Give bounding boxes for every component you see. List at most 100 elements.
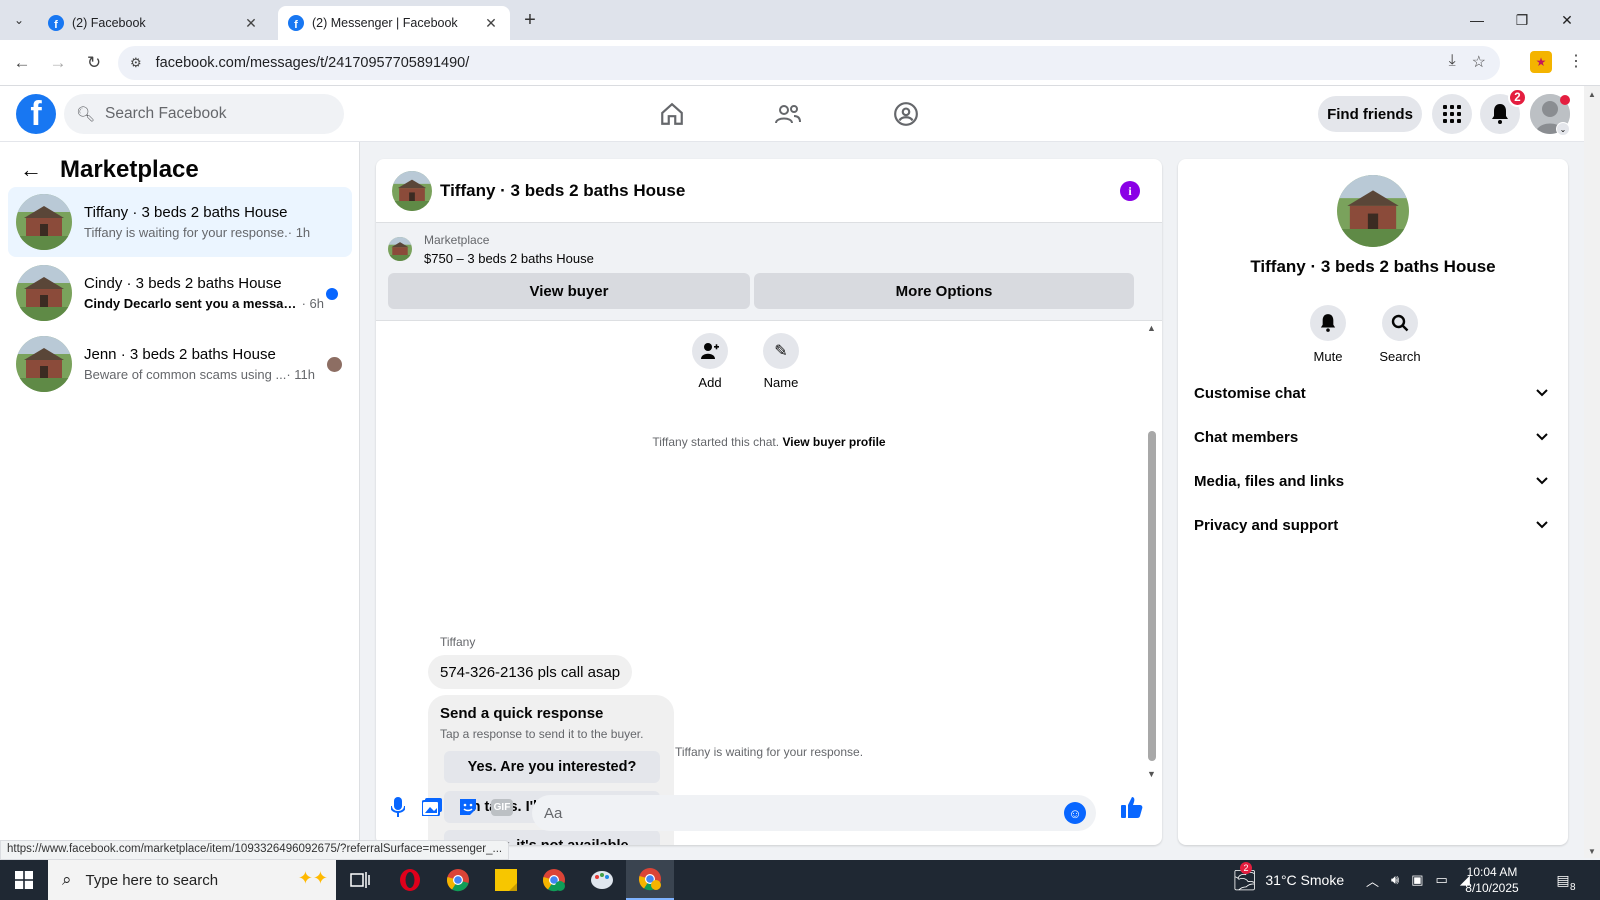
chrome-icon[interactable]: [434, 860, 482, 900]
waiting-text: Tiffany is waiting for your response.: [674, 745, 864, 759]
search-icon: 🔍︎: [76, 106, 96, 123]
menu-grid-icon[interactable]: [1432, 94, 1472, 134]
thread-scrollbar[interactable]: ▲ ▼: [1146, 321, 1158, 781]
house-thumbnail: [16, 194, 72, 250]
mute-label: Mute: [1313, 349, 1343, 364]
pencil-icon[interactable]: ✎: [763, 333, 799, 369]
page-scrollbar[interactable]: ▲ ▼: [1584, 86, 1600, 858]
section-customise-chat[interactable]: Customise chat: [1194, 373, 1552, 413]
bookmark-star-icon[interactable]: ☆: [1472, 52, 1486, 72]
marketplace-sidebar: ← Marketplace Tiffany · 3 beds 2 baths H…: [0, 142, 360, 858]
close-window-icon[interactable]: ✕: [1552, 8, 1582, 32]
sticker-icon[interactable]: [456, 795, 480, 819]
conversation-item[interactable]: Tiffany · 3 beds 2 baths House Tiffany i…: [8, 187, 352, 257]
conversation-time: · 11h: [286, 367, 315, 382]
notification-center-count: 8: [1570, 881, 1576, 893]
clock[interactable]: 10:04 AM 8/10/2025: [1452, 864, 1532, 896]
task-view-icon[interactable]: [336, 860, 384, 900]
sidebar-title: Marketplace: [60, 156, 199, 183]
new-tab-plus-icon[interactable]: +: [518, 8, 542, 32]
gif-icon[interactable]: GIF: [490, 795, 514, 819]
conversation-item[interactable]: Cindy · 3 beds 2 baths House Cindy Decar…: [8, 258, 352, 328]
info-icon[interactable]: i: [1120, 181, 1140, 201]
conversation-name: Jenn · 3 beds 2 baths House: [84, 346, 276, 363]
scroll-down-icon[interactable]: ▼: [1588, 847, 1596, 856]
chrome-active-icon[interactable]: [626, 860, 674, 900]
tab-facebook[interactable]: f (2) Facebook ✕: [38, 6, 270, 40]
listing-thumbnail[interactable]: [388, 237, 412, 261]
close-icon[interactable]: ✕: [482, 15, 500, 32]
section-privacy-support[interactable]: Privacy and support: [1194, 505, 1552, 545]
back-arrow-icon[interactable]: ←: [10, 51, 34, 75]
details-title: Tiffany · 3 beds 2 baths House: [1250, 257, 1496, 276]
scroll-thumb[interactable]: [1148, 431, 1156, 761]
paint-icon[interactable]: [578, 860, 626, 900]
chat-panel: Tiffany · 3 beds 2 baths House i Marketp…: [376, 159, 1162, 845]
search-conversation-button[interactable]: Search: [1360, 305, 1440, 364]
chat-started-line: Tiffany started this chat. View buyer pr…: [376, 435, 1162, 449]
camera-icon[interactable]: ▣: [1411, 872, 1423, 888]
scroll-up-icon[interactable]: ▲: [1147, 323, 1156, 333]
section-media-files-links[interactable]: Media, files and links: [1194, 461, 1552, 501]
tab-title: (2) Messenger | Facebook: [312, 16, 458, 30]
notification-count-badge: 2: [1508, 88, 1527, 107]
extension-icon[interactable]: ★: [1530, 51, 1552, 73]
chrome-profile-icon[interactable]: [530, 860, 578, 900]
listing-source: Marketplace: [424, 233, 490, 247]
sticky-notes-icon[interactable]: [482, 860, 530, 900]
reload-icon[interactable]: ↻: [82, 51, 106, 75]
scroll-down-icon[interactable]: ▼: [1147, 769, 1156, 779]
minimize-icon[interactable]: —: [1462, 8, 1492, 32]
close-icon[interactable]: ✕: [242, 15, 260, 32]
listing-price[interactable]: $750 – 3 beds 2 baths House: [424, 251, 594, 266]
groups-icon[interactable]: [888, 98, 924, 130]
chat-details-panel: Tiffany · 3 beds 2 baths House Mute Sear…: [1178, 159, 1568, 845]
more-options-button[interactable]: More Options: [754, 273, 1134, 309]
house-thumbnail[interactable]: [1337, 175, 1409, 247]
conversation-time: · 6h: [301, 296, 324, 311]
notification-center-icon[interactable]: ▤ 8: [1550, 868, 1576, 893]
url-text: facebook.com/messages/t/2417095770589149…: [155, 55, 470, 71]
forward-arrow-icon[interactable]: →: [46, 51, 70, 75]
chevron-down-icon[interactable]: ⌄: [1556, 122, 1570, 136]
restore-icon[interactable]: ❐: [1507, 8, 1537, 32]
emoji-icon[interactable]: ☺: [1064, 802, 1086, 824]
find-friends-button[interactable]: Find friends: [1318, 96, 1422, 132]
chevron-up-icon[interactable]: ︿: [1366, 871, 1379, 890]
add-label: Add: [698, 375, 722, 390]
facebook-logo[interactable]: f: [16, 94, 56, 134]
weather-widget[interactable]: 🌫︎ 2 31°C Smoke: [1232, 860, 1344, 900]
battery-icon[interactable]: ▭: [1436, 872, 1448, 888]
friends-icon[interactable]: [770, 98, 806, 130]
view-buyer-button[interactable]: View buyer: [388, 273, 750, 309]
view-buyer-profile-link[interactable]: View buyer profile: [782, 435, 885, 449]
site-info-icon[interactable]: ⚙: [130, 55, 142, 71]
scroll-up-icon[interactable]: ▲: [1588, 90, 1596, 99]
house-thumbnail[interactable]: [392, 170, 432, 211]
conversation-item[interactable]: Jenn · 3 beds 2 baths House Beware of co…: [8, 329, 352, 399]
message-input[interactable]: Aa ☺: [532, 795, 1096, 831]
microphone-icon[interactable]: [386, 795, 410, 819]
copilot-sparkle-icon[interactable]: ✦✦: [298, 868, 328, 889]
tab-search-icon[interactable]: ⌄: [6, 8, 32, 32]
taskbar-search-input[interactable]: ⌕ Type here to search ✦✦: [48, 860, 336, 900]
bell-icon: [1310, 305, 1346, 341]
like-thumb-icon[interactable]: [1120, 795, 1144, 819]
opera-icon[interactable]: [386, 860, 434, 900]
section-chat-members[interactable]: Chat members: [1194, 417, 1552, 457]
browser-menu-icon[interactable]: ⋮: [1568, 51, 1584, 71]
facebook-search-input[interactable]: 🔍︎ Search Facebook: [64, 94, 344, 134]
photo-icon[interactable]: [420, 795, 444, 819]
home-icon[interactable]: [654, 98, 690, 130]
install-app-icon[interactable]: ⤓: [1449, 52, 1456, 72]
mute-button[interactable]: Mute: [1288, 305, 1368, 364]
back-arrow-icon[interactable]: ←: [20, 157, 42, 183]
tab-messenger[interactable]: f (2) Messenger | Facebook ✕: [278, 6, 510, 40]
chat-title[interactable]: Tiffany · 3 beds 2 baths House: [440, 181, 685, 201]
weather-text: 31°C Smoke: [1265, 872, 1345, 888]
speaker-icon[interactable]: 🔊︎: [1391, 872, 1399, 888]
add-person-icon[interactable]: [692, 333, 728, 369]
message-bubble[interactable]: 574-326-2136 pls call asap: [428, 655, 633, 689]
windows-start-icon[interactable]: [0, 860, 48, 900]
url-field[interactable]: ⚙ facebook.com/messages/t/24170957705891…: [118, 46, 1500, 80]
